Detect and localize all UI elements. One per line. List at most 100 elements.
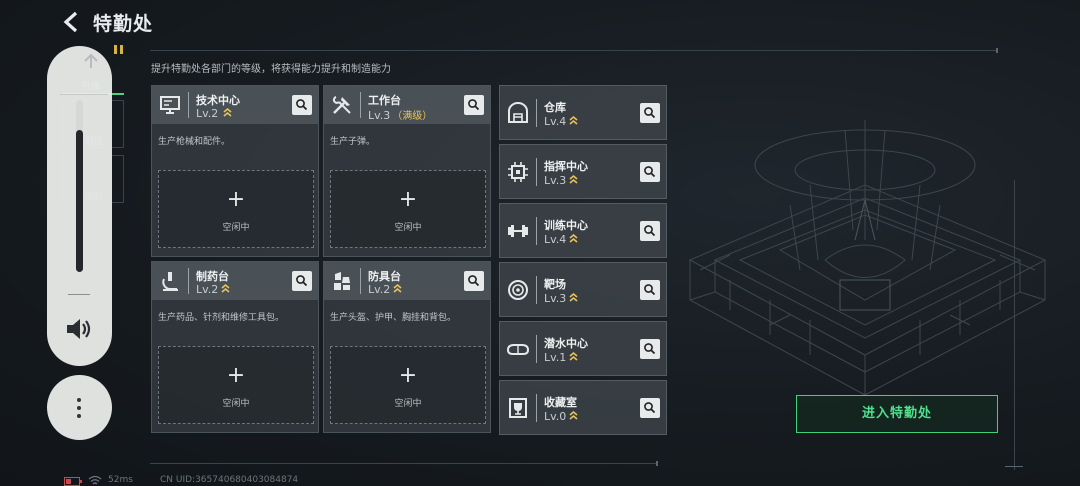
rank-chevron-icon <box>569 292 578 302</box>
production-slot[interactable]: + 空闲中 <box>330 170 486 248</box>
icon-separator <box>360 92 361 118</box>
more-options-button[interactable] <box>47 375 112 440</box>
facility-name: 收藏室 <box>544 396 577 409</box>
rank-chevron-icon <box>569 351 578 361</box>
slot-status: 空闲中 <box>222 399 250 409</box>
production-slot[interactable]: + 空闲中 <box>158 170 314 248</box>
dept-level: Lv.2 <box>196 107 232 120</box>
facility-card-diving-center[interactable]: 潜水中心 Lv.1 <box>499 321 667 376</box>
dept-description: 生产药品、针剂和维修工具包。 <box>158 313 285 323</box>
slot-status: 空闲中 <box>394 223 422 233</box>
back-arrow-icon[interactable] <box>60 10 84 34</box>
facility-card-collection-room[interactable]: 收藏室 Lv.0 <box>499 380 667 435</box>
facility-card-command-center[interactable]: 指挥中心 Lv.3 <box>499 144 667 199</box>
battery-icon <box>64 477 82 486</box>
search-icon <box>644 107 656 119</box>
dept-card-pharmacy[interactable]: 制药台 Lv.2 生产药品、针剂和维修工具包。 + 空闲中 <box>151 261 319 433</box>
dept-name: 防具台 <box>368 270 401 283</box>
dept-name: 工作台 <box>368 94 401 107</box>
header-divider <box>150 50 996 51</box>
armor-icon <box>334 272 350 290</box>
search-icon <box>644 343 656 355</box>
facility-card-training-center[interactable]: 训练中心 Lv.4 <box>499 203 667 258</box>
panel-divider-2 <box>68 294 90 295</box>
icon-separator <box>188 92 189 118</box>
wifi-icon <box>88 475 102 485</box>
dept-card-tech-center[interactable]: 技术中心 Lv.2 生产枪械和配件。 + 空闲中 <box>151 85 319 257</box>
facility-level: Lv.0 <box>544 410 578 423</box>
dept-level: Lv.3 （满级） <box>368 109 433 122</box>
icon-separator <box>536 217 537 245</box>
dept-card-header: 防具台 Lv.2 <box>324 262 490 300</box>
rank-chevron-icon <box>569 233 578 243</box>
rank-chevron-icon <box>569 410 578 420</box>
enter-special-ops-button[interactable]: 进入特勤处 <box>796 395 998 433</box>
facility-search-button[interactable] <box>640 221 660 241</box>
facility-name: 靶场 <box>544 278 566 291</box>
more-dot-icon <box>77 398 81 402</box>
dept-card-header: 技术中心 Lv.2 <box>152 86 318 124</box>
icon-separator <box>188 268 189 294</box>
dept-description: 生产头盔、护甲、胸挂和背包。 <box>330 313 457 323</box>
more-dot-icon <box>77 406 81 410</box>
dept-level: Lv.2 <box>368 283 402 296</box>
search-icon <box>644 225 656 237</box>
rank-chevron-icon <box>393 283 402 293</box>
facility-card-shooting-range[interactable]: 靶场 Lv.3 <box>499 262 667 317</box>
target-icon <box>508 280 528 300</box>
rank-chevron-icon <box>221 283 230 293</box>
facility-search-button[interactable] <box>640 103 660 123</box>
diving-mask-icon <box>506 344 530 355</box>
dept-card-workbench[interactable]: 工作台 Lv.3 （满级） 生产子弹。 + 空闲中 <box>323 85 491 257</box>
icon-separator <box>536 158 537 186</box>
footer-divider-tick <box>656 461 658 466</box>
dept-level: Lv.2 <box>196 283 230 296</box>
search-icon <box>296 99 308 111</box>
dumbbell-icon <box>508 225 528 237</box>
facility-card-warehouse[interactable]: 仓库 Lv.4 <box>499 85 667 140</box>
microscope-icon <box>162 272 178 291</box>
trophy-icon <box>509 398 527 418</box>
facility-name: 指挥中心 <box>544 160 588 173</box>
dept-name: 制药台 <box>196 270 229 283</box>
icon-separator <box>536 335 537 363</box>
search-icon <box>644 402 656 414</box>
tools-icon <box>332 96 351 114</box>
facility-search-button[interactable] <box>640 339 660 359</box>
dept-card-header: 工作台 Lv.3 （满级） <box>324 86 490 124</box>
monitor-icon <box>160 96 180 114</box>
add-icon: + <box>398 363 418 388</box>
dept-card-armor-bench[interactable]: 防具台 Lv.2 生产头盔、护甲、胸挂和背包。 + 空闲中 <box>323 261 491 433</box>
dept-search-button[interactable] <box>292 95 312 115</box>
volume-icon[interactable] <box>64 315 94 343</box>
facility-level: Lv.3 <box>544 174 578 187</box>
search-icon <box>644 166 656 178</box>
production-slot[interactable]: + 空闲中 <box>158 346 314 424</box>
page-title: 特勤处 <box>93 13 154 35</box>
warehouse-icon <box>508 102 528 123</box>
facility-name: 潜水中心 <box>544 337 588 350</box>
dept-search-button[interactable] <box>464 95 484 115</box>
dept-search-button[interactable] <box>464 271 484 291</box>
dept-search-button[interactable] <box>292 271 312 291</box>
facility-name: 仓库 <box>544 101 566 114</box>
rank-chevron-icon <box>223 107 232 117</box>
icon-separator <box>536 99 537 127</box>
chip-icon <box>508 162 528 182</box>
footer-divider <box>150 463 656 464</box>
header-divider-tick <box>996 48 998 53</box>
dept-card-header: 制药台 Lv.2 <box>152 262 318 300</box>
uid-display: CN UID:365740680403084874 <box>160 475 299 485</box>
ping-display: 52ms <box>108 475 133 485</box>
more-dot-icon <box>77 414 81 418</box>
dept-description: 生产子弹。 <box>330 137 376 147</box>
facility-search-button[interactable] <box>640 280 660 300</box>
upgrade-icon <box>84 53 98 68</box>
slot-status: 空闲中 <box>394 399 422 409</box>
search-icon <box>468 99 480 111</box>
facility-search-button[interactable] <box>640 162 660 182</box>
facility-search-button[interactable] <box>640 398 660 418</box>
production-slot[interactable]: + 空闲中 <box>330 346 486 424</box>
frame-corner <box>1005 466 1023 467</box>
icon-separator <box>536 394 537 422</box>
